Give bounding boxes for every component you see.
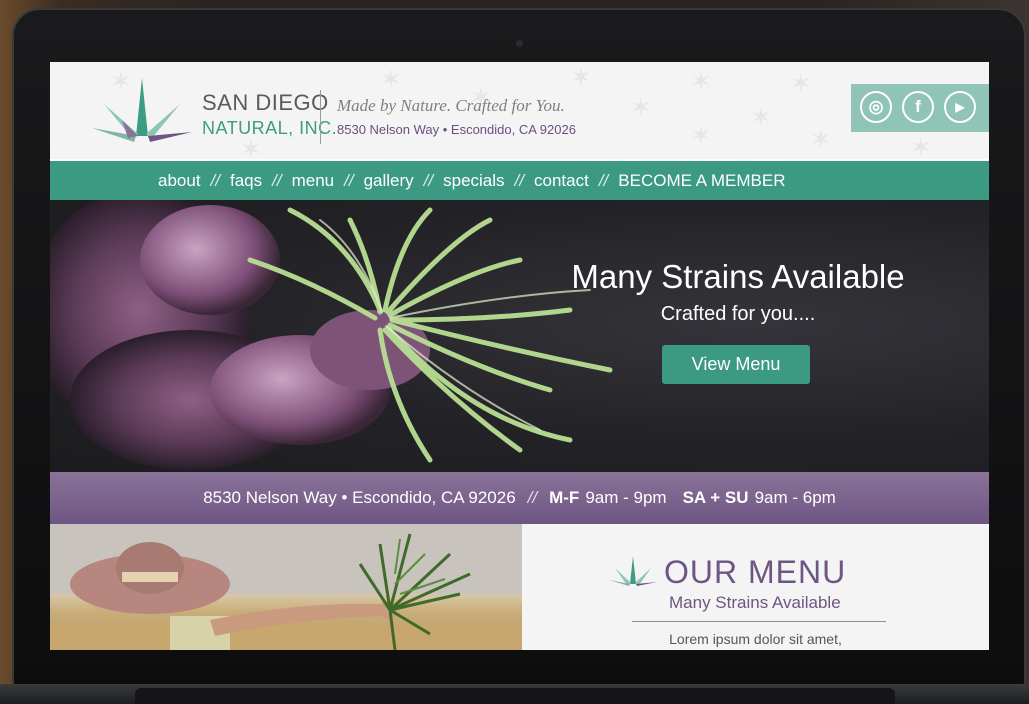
laptop-scene: ✶ ✶ ✶ ✶ ✶ ✶ ✶ ✶ ✶ ✶ ✶ ✶ SAN DIEGO NATURA…: [0, 0, 1029, 704]
instagram-icon[interactable]: ◎: [860, 91, 892, 123]
weekday-hours: 9am - 9pm: [585, 488, 667, 507]
info-separator: //: [527, 488, 538, 507]
logo-name-line2[interactable]: NATURAL, INC.: [202, 118, 337, 139]
nav-separator: //: [344, 170, 354, 190]
hours-bar: 8530 Nelson Way • Escondido, CA 92026 //…: [50, 472, 989, 524]
nav-separator: //: [423, 170, 434, 190]
leaf-pattern-icon: ✶: [570, 62, 592, 92]
menu-title: OUR MENU: [664, 554, 847, 590]
weekday-label: M-F: [549, 488, 580, 507]
nav-item-contact[interactable]: contact: [534, 171, 589, 191]
nav-item-become-member[interactable]: BECOME A MEMBER: [618, 171, 785, 191]
nav-item-about[interactable]: about: [158, 171, 201, 191]
facebook-icon[interactable]: f: [902, 91, 934, 123]
tagline: Made by Nature. Crafted for You.: [337, 96, 565, 115]
webcam: [516, 40, 523, 47]
youtube-icon[interactable]: ▶: [944, 91, 976, 123]
leaf-pattern-icon: ✶: [750, 102, 772, 132]
menu-divider: [632, 621, 886, 622]
nav-item-menu[interactable]: menu: [292, 171, 335, 191]
info-address: 8530 Nelson Way • Escondido, CA 92026: [203, 488, 516, 507]
hero-plant-image: [50, 200, 613, 470]
header-address: 8530 Nelson Way • Escondido, CA 92026: [337, 122, 576, 137]
logo-leaf-icon[interactable]: [92, 76, 192, 144]
leaf-pattern-icon: ✶: [630, 92, 652, 122]
farmer-illustration: [50, 524, 522, 650]
hero-subtitle: Crafted for you....: [660, 303, 816, 325]
leaf-pattern-icon: ✶: [690, 66, 712, 96]
site-header: ✶ ✶ ✶ ✶ ✶ ✶ ✶ ✶ ✶ ✶ ✶ ✶ SAN DIEGO NATURA…: [50, 62, 989, 159]
menu-leaf-icon: [609, 556, 657, 586]
nav-item-faqs[interactable]: faqs: [230, 171, 262, 191]
menu-subtitle: Many Strains Available: [669, 593, 841, 612]
hero-banner: Many Strains Available Crafted for you..…: [50, 200, 989, 472]
laptop-base-notch: [135, 688, 895, 704]
nav-separator: //: [598, 170, 609, 190]
view-menu-button[interactable]: View Menu: [662, 345, 810, 384]
leaf-pattern-icon: ✶: [380, 64, 402, 94]
leaf-pattern-icon: ✶: [690, 120, 712, 150]
main-nav: about // faqs // menu // gallery // spec…: [50, 159, 989, 200]
website-screen: ✶ ✶ ✶ ✶ ✶ ✶ ✶ ✶ ✶ ✶ ✶ ✶ SAN DIEGO NATURA…: [50, 62, 989, 650]
weekend-hours: 9am - 6pm: [754, 488, 836, 507]
logo-name-line1[interactable]: SAN DIEGO: [202, 90, 329, 116]
menu-body-text: Lorem ipsum dolor sit amet,: [669, 631, 842, 647]
nav-item-gallery[interactable]: gallery: [364, 171, 414, 191]
nav-item-specials[interactable]: specials: [443, 171, 504, 191]
our-menu-section: OUR MENU Many Strains Available Lorem ip…: [522, 524, 989, 650]
hero-title: Many Strains Available: [571, 258, 905, 295]
weekend-label: SA + SU: [682, 488, 749, 507]
leaf-pattern-icon: ✶: [790, 68, 812, 98]
leaf-pattern-icon: ✶: [810, 124, 832, 154]
header-divider: [320, 90, 321, 144]
nav-separator: //: [210, 170, 220, 190]
leaf-pattern-icon: ✶: [910, 132, 932, 159]
nav-separator: //: [272, 170, 282, 190]
farmer-photo: [50, 524, 522, 650]
nav-separator: //: [514, 170, 524, 190]
